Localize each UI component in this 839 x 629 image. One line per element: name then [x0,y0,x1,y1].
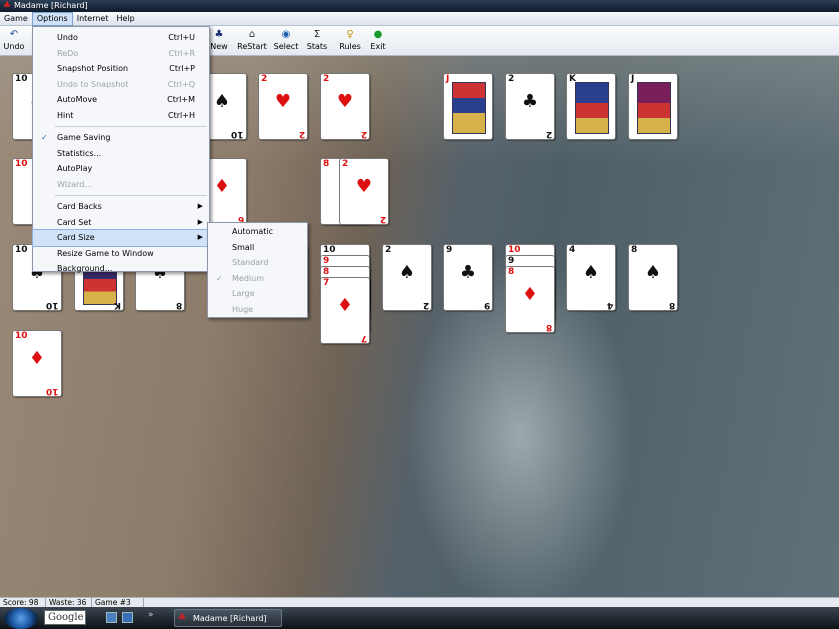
exit-icon: ● [373,29,383,40]
start-button[interactable] [4,608,38,629]
chevron-right-icon[interactable]: » [148,610,154,620]
menu-options[interactable]: Options [31,12,73,26]
title-bar: ♣ Madame [Richard] [0,0,839,12]
menu-item-statistics[interactable]: Statistics... [33,146,209,162]
submenu-arrow-icon: ▶ [197,233,203,241]
menu-separator [55,126,207,127]
menu-item-hint[interactable]: Hint Ctrl+H [33,108,209,124]
restart-button[interactable]: ⌂ ReStart [237,26,267,55]
switch-windows-icon[interactable] [122,612,133,623]
jack-portrait [452,82,486,134]
menu-item-automove[interactable]: AutoMove Ctrl+M [33,92,209,108]
foundation-1[interactable]: J [443,73,493,140]
card-r3c10[interactable]: 4 ♠ 4 [566,244,616,311]
menu-item-undo[interactable]: Undo Ctrl+U [33,30,209,46]
king-portrait [575,82,609,134]
window-title: Madame [Richard] [14,1,88,10]
menu-game[interactable]: Game [0,12,32,26]
globe-icon: ◉ [281,29,291,40]
card-size-submenu: Automatic Small Standard ✓ Medium Large H… [207,222,308,318]
card-r3c9c[interactable]: 8 ♦ 8 [505,266,555,333]
card-r1c4[interactable]: 2 ♥ 2 [320,73,370,140]
undo-button[interactable]: ↶ Undo [2,26,26,55]
new-button[interactable]: ♣ New [208,26,230,55]
app-icon: ♣ [178,613,187,623]
card-r3c11[interactable]: 8 ♠ 8 [628,244,678,311]
home-icon: ⌂ [248,29,256,40]
new-game-icon: ♣ [214,29,224,40]
card-r3c7[interactable]: 2 ♠ 2 [382,244,432,311]
menu-item-card-set[interactable]: Card Set ▶ [33,215,209,231]
menu-item-background[interactable]: Background... [33,261,209,277]
menu-internet[interactable]: Internet [73,12,113,26]
checkmark-icon: ✓ [41,133,48,142]
menu-item-undo-to-snapshot[interactable]: Undo to Snapshot Ctrl+Q [33,77,209,93]
menu-item-autoplay[interactable]: AutoPlay [33,161,209,177]
google-search-box[interactable]: Google [44,610,86,625]
card-size-small[interactable]: Small [208,240,307,256]
menu-item-game-saving[interactable]: ✓ Game Saving [33,130,209,146]
menu-bar: Game Options Internet Help [0,12,839,26]
stats-button[interactable]: Σ Stats [306,26,328,55]
status-bar: Score: 98 Waste: 36 Game #3 [0,597,839,608]
card-r3c8[interactable]: 9 ♣ 9 [443,244,493,311]
menu-item-wizard[interactable]: Wizard... [33,177,209,193]
options-menu: Undo Ctrl+U ReDo Ctrl+R Snapshot Position C… [32,26,210,273]
card-r2c3b[interactable]: 2 ♥ 2 [339,158,389,225]
sigma-icon: Σ [313,29,321,40]
menu-separator [55,195,207,196]
card-r3c6d[interactable]: 7 ♦ 7 [320,277,370,344]
lightbulb-icon: ♀ [346,29,354,40]
exit-button[interactable]: ● Exit [368,26,388,55]
taskbar-item-madame[interactable]: ♣ Madame [Richard] [174,609,282,627]
menu-item-redo[interactable]: ReDo Ctrl+R [33,46,209,62]
menu-item-snapshot-position[interactable]: Snapshot Position Ctrl+P [33,61,209,77]
menu-item-resize-game[interactable]: Resize Game to Window [33,246,209,262]
checkmark-icon: ✓ [216,273,223,283]
card-size-medium[interactable]: ✓ Medium [208,271,307,287]
taskbar: Google » ♣ Madame [Richard] [0,607,839,629]
menu-item-card-backs[interactable]: Card Backs ▶ [33,199,209,215]
menu-item-card-size[interactable]: Card Size ▶ [32,229,210,247]
submenu-arrow-icon: ▶ [197,202,203,210]
foundation-4[interactable]: J [628,73,678,140]
show-desktop-icon[interactable] [106,612,117,623]
card-r4c1[interactable]: 10 ♦ 10 [12,330,62,397]
menu-help[interactable]: Help [112,12,138,26]
foundation-3[interactable]: K [566,73,616,140]
card-size-large[interactable]: Large [208,286,307,302]
select-button[interactable]: ◉ Select [273,26,299,55]
foundation-2[interactable]: 2 ♣ 2 [505,73,555,140]
card-size-standard[interactable]: Standard [208,255,307,271]
rules-button[interactable]: ♀ Rules [338,26,362,55]
submenu-arrow-icon: ▶ [197,217,203,226]
undo-icon: ↶ [9,29,19,40]
card-r1c3[interactable]: 2 ♥ 2 [258,73,308,140]
jack-portrait [637,82,671,134]
app-icon: ♣ [2,1,12,11]
card-size-huge[interactable]: Huge [208,302,307,318]
card-size-automatic[interactable]: Automatic [208,224,307,240]
